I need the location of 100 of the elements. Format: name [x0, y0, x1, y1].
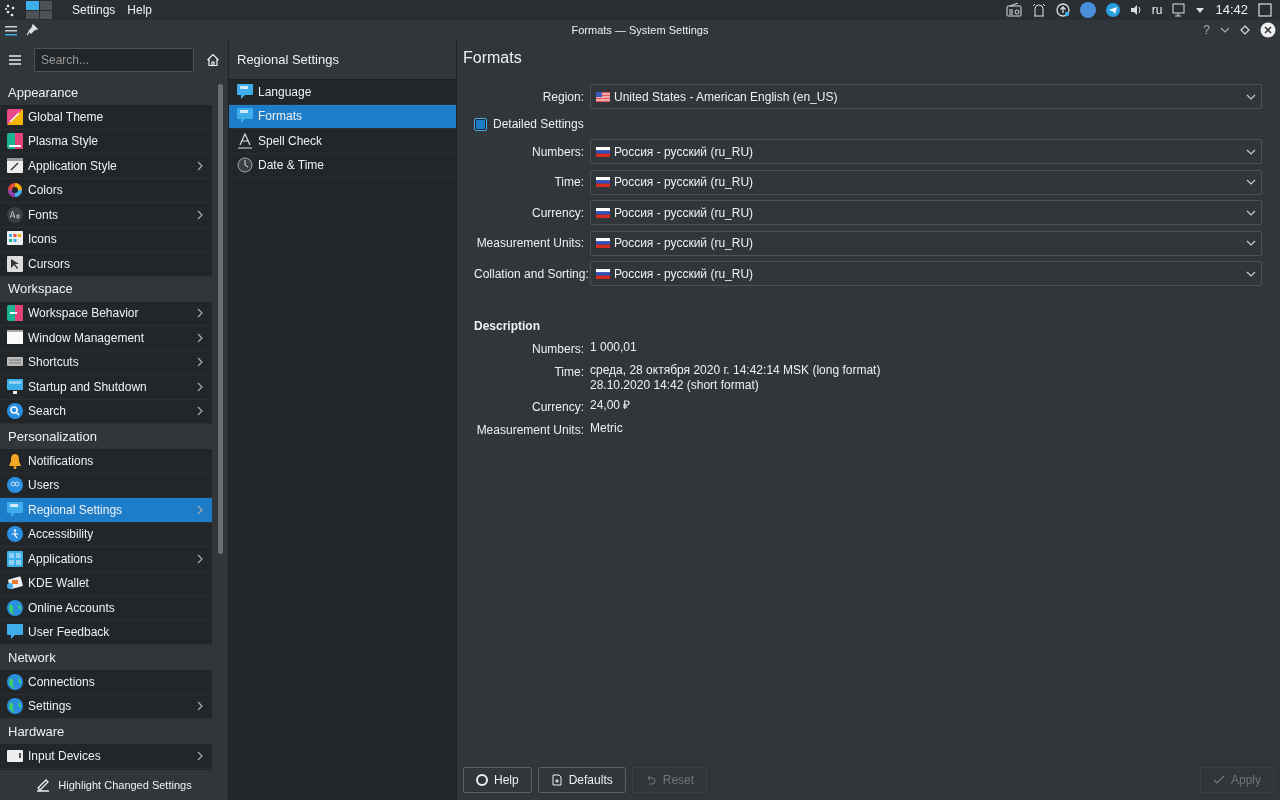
- globe-icon: [7, 698, 23, 715]
- monitor-icon: [7, 378, 23, 395]
- action-button[interactable]: Defaults: [537, 767, 626, 793]
- detailed-settings-checkbox[interactable]: Detailed Settings: [474, 113, 1262, 135]
- chevron-down-icon: [1246, 208, 1256, 217]
- chevron-right-icon: [196, 553, 204, 564]
- sidebar-item[interactable]: Regional Settings: [0, 498, 212, 523]
- sidebar-item[interactable]: Cursors: [0, 252, 212, 277]
- menu-icon[interactable]: [8, 54, 22, 66]
- paper-plane-icon[interactable]: [1105, 3, 1120, 17]
- sidebar-item[interactable]: Notifications: [0, 449, 212, 474]
- minimize-icon[interactable]: [1220, 26, 1230, 34]
- menu-item[interactable]: Help: [127, 1, 153, 19]
- subpage-item[interactable]: Formats: [229, 104, 456, 129]
- category-header: Hardware: [0, 719, 212, 744]
- speech-bubble-icon: [7, 624, 23, 641]
- checkmark-icon: [1212, 774, 1225, 786]
- triangle-icon[interactable]: [1195, 5, 1206, 15]
- sidebar-item[interactable]: Fonts: [0, 203, 212, 228]
- sidebar-item[interactable]: Online Accounts: [0, 596, 212, 621]
- bell-icon: [7, 452, 23, 469]
- sidebar-item[interactable]: Accessibility: [0, 522, 212, 547]
- device-icon: [7, 747, 23, 764]
- document-icon: [550, 774, 563, 786]
- clock[interactable]: 14:42: [1215, 0, 1248, 20]
- sidebar-item[interactable]: Workspace Behavior: [0, 301, 212, 326]
- field-label: Currency:: [531, 204, 584, 222]
- pin-icon[interactable]: [26, 24, 38, 36]
- speech-bubble-icon: [237, 108, 253, 125]
- sidebar-item[interactable]: Plasma Style: [0, 129, 212, 154]
- action-button[interactable]: Help: [463, 767, 532, 793]
- chevron-right-icon: [196, 701, 204, 712]
- speaker-icon[interactable]: [1129, 3, 1142, 17]
- field-value: Metric: [590, 421, 623, 436]
- users-icon: [7, 477, 23, 494]
- dropdown[interactable]: Россия - русский (ru_RU): [590, 230, 1262, 256]
- chevron-right-icon: [196, 209, 204, 220]
- home-icon[interactable]: [206, 53, 220, 67]
- maximize-icon[interactable]: [1240, 25, 1250, 35]
- sidebar-item[interactable]: Connections: [0, 670, 212, 695]
- chevron-right-icon: [196, 308, 204, 319]
- scrollbar-handle[interactable]: [217, 84, 223, 554]
- workspace-icon: [7, 305, 23, 322]
- chevron-down-icon: [1246, 178, 1256, 186]
- chevron-down-icon: [1246, 92, 1256, 101]
- field-label: Time:: [553, 174, 584, 191]
- menu-item[interactable]: Settings: [72, 1, 116, 19]
- fonts-icon: [7, 206, 23, 223]
- sidebar-item[interactable]: Application Style: [0, 154, 212, 179]
- alarm-icon[interactable]: [1031, 3, 1046, 17]
- field-label: Numbers:: [531, 143, 584, 161]
- subpage-item[interactable]: Language: [229, 80, 456, 105]
- sidebar-item[interactable]: Global Theme: [0, 105, 212, 130]
- dropdown[interactable]: Россия - русский (ru_RU): [590, 200, 1262, 225]
- dropdown[interactable]: Россия - русский (ru_RU): [590, 261, 1262, 286]
- close-icon[interactable]: [1260, 22, 1276, 38]
- ru-flag-icon: [596, 238, 610, 248]
- highlight-changed-button[interactable]: Highlight Changed Settings: [0, 770, 228, 800]
- window-icon: [7, 329, 23, 346]
- sidebar-item[interactable]: Colors: [0, 178, 212, 203]
- dropdown[interactable]: Россия - русский (ru_RU): [590, 169, 1262, 195]
- search-field[interactable]: Search...: [34, 48, 194, 72]
- plasma-style-icon: [7, 133, 23, 150]
- field-label: Measurement Units:: [475, 235, 584, 252]
- us-flag-icon: [596, 91, 610, 102]
- sidebar-item[interactable]: Input Devices: [0, 744, 212, 769]
- sidebar-item[interactable]: Window Management: [0, 326, 212, 351]
- grid-icon: [7, 231, 23, 248]
- help-button[interactable]: ?: [1203, 21, 1210, 39]
- sidebar-item[interactable]: Icons: [0, 227, 212, 252]
- show-desktop-icon[interactable]: [1258, 3, 1272, 17]
- subpage-item[interactable]: Date & Time: [229, 153, 456, 178]
- dropdown[interactable]: United States - American English (en_US): [590, 84, 1262, 109]
- radio-icon[interactable]: [1005, 3, 1022, 17]
- sidebar-item[interactable]: Startup and Shutdown: [0, 375, 212, 400]
- field-label: Region:: [541, 88, 584, 106]
- keyboard-layout[interactable]: ru: [1151, 1, 1163, 19]
- speech-bubble-icon: [7, 501, 23, 518]
- dropdown[interactable]: Россия - русский (ru_RU): [590, 139, 1262, 164]
- section-title: Description: [474, 318, 541, 335]
- sidebar-item[interactable]: Shortcuts: [0, 350, 212, 375]
- field-value: 1 000,01: [590, 340, 637, 355]
- theme-icon: [7, 108, 23, 125]
- chevron-right-icon: [196, 332, 204, 343]
- sidebar-item[interactable]: Applications: [0, 547, 212, 572]
- speech-bubble-icon: [237, 83, 253, 100]
- pager[interactable]: [26, 1, 52, 19]
- field-value: 28.10.2020 14:42 (short format): [590, 378, 760, 393]
- sliders-icon[interactable]: [4, 24, 18, 36]
- field-label: Measurement Units:: [475, 422, 584, 439]
- network-icon[interactable]: [1172, 3, 1186, 17]
- sidebar-item[interactable]: KDE Wallet: [0, 571, 212, 596]
- subpage-item[interactable]: Spell Check: [229, 129, 456, 154]
- globe-icon: [7, 599, 23, 616]
- chevron-down-icon: [1246, 147, 1256, 156]
- ru-flag-icon: [596, 207, 610, 218]
- clock-icon: [237, 157, 253, 174]
- upload-icon[interactable]: [1055, 3, 1070, 17]
- wallet-icon: [7, 575, 23, 592]
- chevron-right-icon: [196, 160, 204, 171]
